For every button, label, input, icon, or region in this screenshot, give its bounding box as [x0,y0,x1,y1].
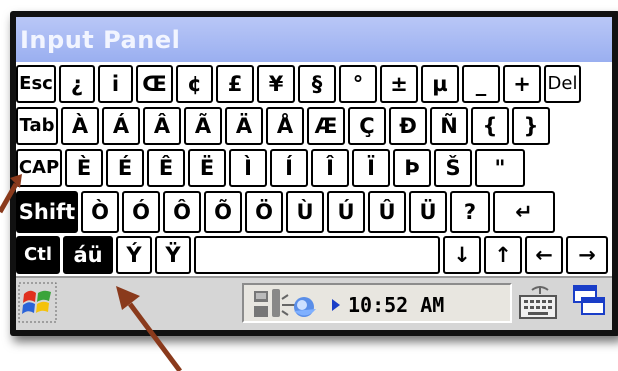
key-char-1-3[interactable]: Â [143,107,181,145]
key-char-0-3[interactable]: Œ [136,65,173,103]
title-bar: Input Panel [16,17,612,62]
soft-keyboard: Esc ¿ i Œ ¢ £ ¥ § ° ± µ _ + Del Tab À Á Â Ã Ä Å Æ Ç Ð Ñ{} CAP È É Ê Ë… [16,62,612,276]
annotation-arrow-bottom [116,286,183,371]
connection-arrow-icon [332,299,340,311]
network-connection-icon[interactable] [248,287,338,321]
key-char-2-8[interactable]: Ï [352,149,390,187]
switch-windows-icon [573,285,605,315]
key-char-0-2[interactable]: i [98,65,133,103]
key-char-0-1[interactable]: ¿ [59,65,95,103]
key-char-3-4[interactable]: Õ [204,191,242,233]
key-char-2-5[interactable]: Ì [229,149,267,187]
key-char-2-3[interactable]: Ê [147,149,185,187]
key-char-1-4[interactable]: Ã [184,107,222,145]
key-áü[interactable]: áü [63,236,113,274]
key-char-1-5[interactable]: Ä [225,107,263,145]
key-char-1-9[interactable]: Ð [389,107,427,145]
key-char-2-6[interactable]: Í [270,149,308,187]
key-char-2-1[interactable]: È [65,149,103,187]
key-char-2-10[interactable]: Š [434,149,472,187]
key-char-2-11[interactable]: " [475,149,525,187]
key-char-4-8[interactable]: → [566,236,608,274]
windows-flag-icon [18,282,57,323]
system-tray: 10:52 AM [242,283,512,323]
key-char-0-4[interactable]: ¢ [176,65,213,103]
key-char-0-10[interactable]: µ [421,65,459,103]
key-char-1-8[interactable]: Ç [348,107,386,145]
key-char-3-8[interactable]: Û [368,191,406,233]
key-char-2-9[interactable]: Þ [393,149,431,187]
key-space[interactable] [194,236,440,274]
key-tab[interactable]: Tab [16,107,58,145]
key-char-0-8[interactable]: ° [339,65,377,103]
key-char-1-7[interactable]: Æ [307,107,345,145]
key-char-1-12[interactable]: } [512,107,550,145]
start-button[interactable] [18,282,58,324]
key-char-3-1[interactable]: Ò [81,191,119,233]
key-char-0-11[interactable]: _ [462,65,500,103]
key-char-0-9[interactable]: ± [380,65,418,103]
key-char-3-2[interactable]: Ó [122,191,160,233]
key-char-4-6[interactable]: ↑ [484,236,522,274]
switch-windows-button[interactable] [568,282,608,324]
key-char-0-12[interactable]: + [503,65,541,103]
key-char-1-11[interactable]: { [471,107,509,145]
key-char-4-5[interactable]: ↓ [443,236,481,274]
key-char-3-5[interactable]: Ö [245,191,283,233]
key-char-1-2[interactable]: Á [102,107,140,145]
key-char-3-11[interactable]: ↵ [493,191,555,233]
annotation-arrow-left [0,174,22,214]
key-char-3-3[interactable]: Ô [163,191,201,233]
key-char-3-7[interactable]: Ú [327,191,365,233]
keyboard-input-icon [519,286,557,319]
key-char-4-7[interactable]: ← [525,236,563,274]
key-char-0-7[interactable]: § [298,65,336,103]
key-char-3-10[interactable]: ? [450,191,490,233]
key-char-1-1[interactable]: À [61,107,99,145]
key-char-3-6[interactable]: Ù [286,191,324,233]
key-char-4-2[interactable]: Ý [116,236,152,274]
key-char-1-6[interactable]: Å [266,107,304,145]
taskbar: 10:52 AM [16,276,612,330]
key-esc[interactable]: Esc [16,65,56,103]
key-char-2-4[interactable]: Ë [188,149,226,187]
key-char-4-3[interactable]: Ÿ [155,236,191,274]
input-method-button[interactable] [516,282,562,324]
key-del[interactable]: Del [544,65,581,103]
key-ctl[interactable]: Ctl [16,236,60,274]
window-title: Input Panel [20,26,181,54]
key-char-0-5[interactable]: £ [216,65,254,103]
key-char-2-2[interactable]: É [106,149,144,187]
clock[interactable]: 10:52 AM [348,293,444,317]
key-char-3-9[interactable]: Ü [409,191,447,233]
key-char-1-10[interactable]: Ñ [430,107,468,145]
key-char-0-6[interactable]: ¥ [257,65,295,103]
key-char-2-7[interactable]: Î [311,149,349,187]
